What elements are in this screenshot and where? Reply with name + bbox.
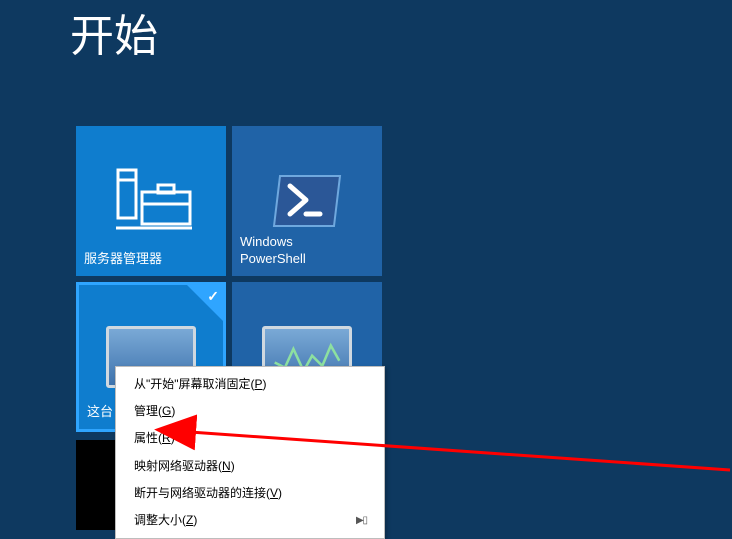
menu-unpin[interactable]: 从"开始"屏幕取消固定(P) <box>116 371 384 398</box>
menu-properties[interactable]: 属性(R) <box>116 425 384 452</box>
tile-powershell[interactable]: Windows PowerShell <box>232 126 382 276</box>
menu-resize[interactable]: 调整大小(Z) ▶ ▯ <box>116 507 384 534</box>
context-menu: 从"开始"屏幕取消固定(P) 管理(G) 属性(R) 映射网络驱动器(N) 断开… <box>115 366 385 539</box>
start-title: 开始 <box>70 0 158 64</box>
server-manager-icon <box>76 126 226 276</box>
chevron-right-icon: ▶ ▯ <box>356 513 366 529</box>
menu-manage[interactable]: 管理(G) <box>116 398 384 425</box>
powershell-icon <box>232 126 382 276</box>
menu-disconnect-drive[interactable]: 断开与网络驱动器的连接(V) <box>116 480 384 507</box>
menu-map-drive[interactable]: 映射网络驱动器(N) <box>116 453 384 480</box>
tile-server-manager[interactable]: 服务器管理器 <box>76 126 226 276</box>
